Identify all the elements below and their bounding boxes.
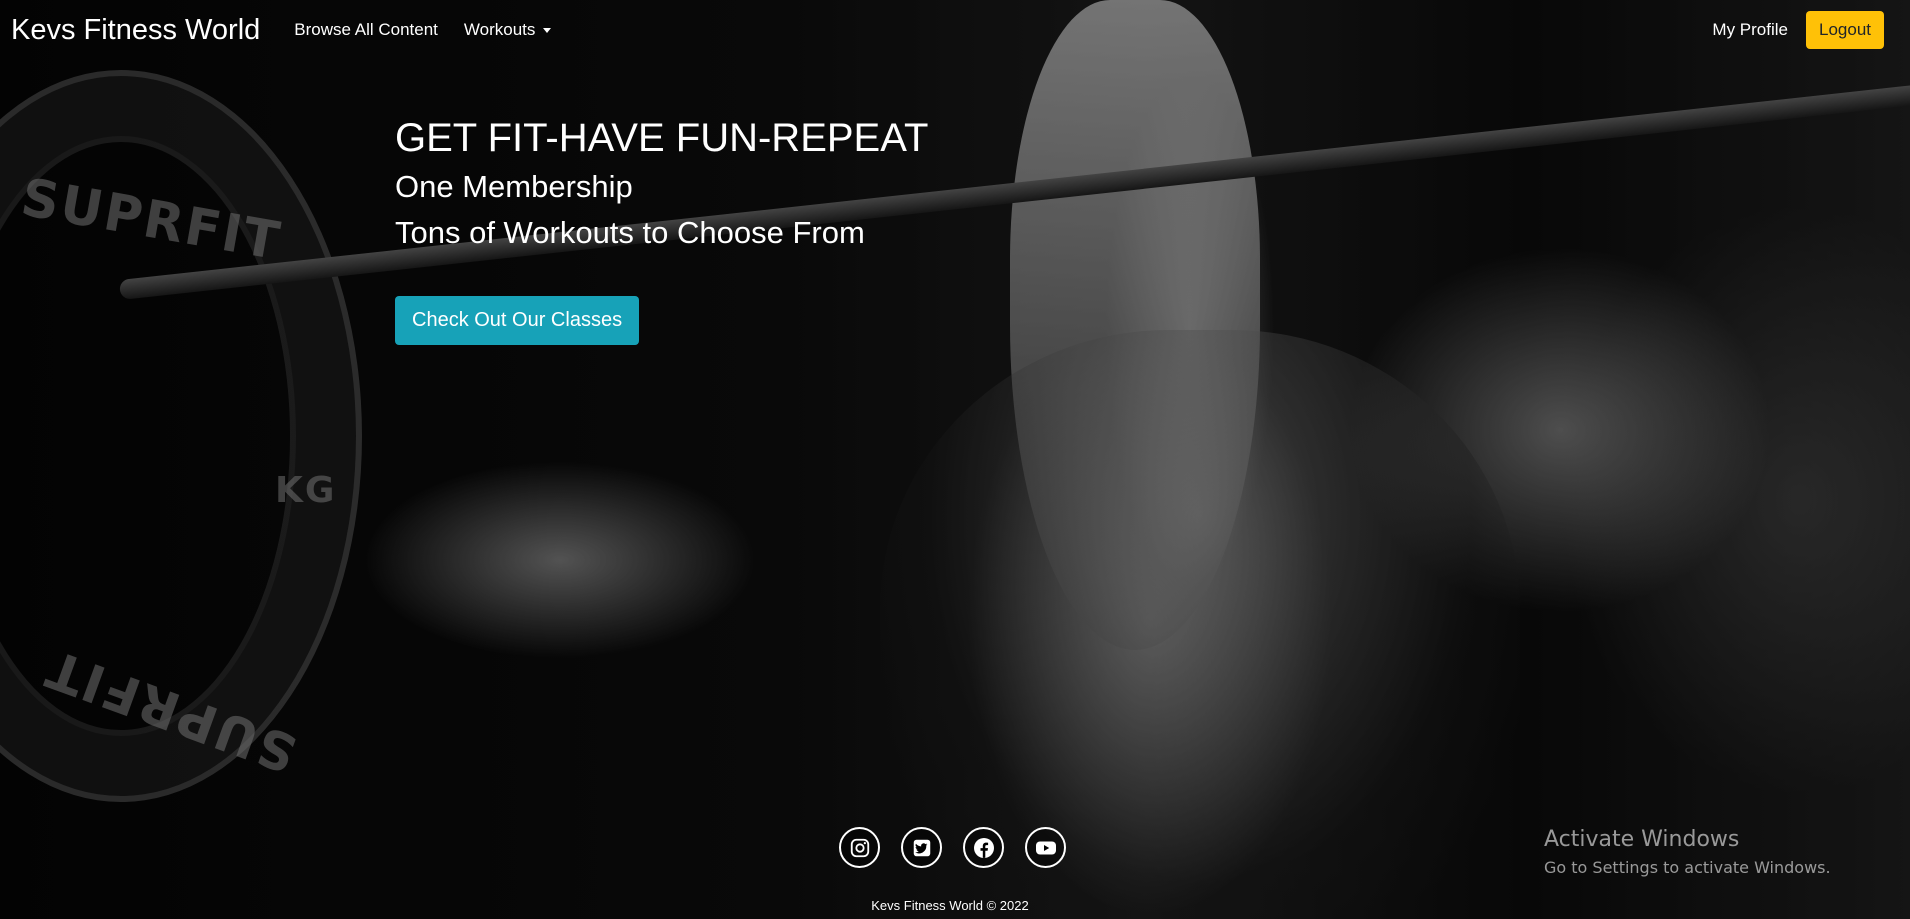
windows-activation-watermark: Activate Windows Go to Settings to activ… bbox=[1544, 827, 1831, 877]
watermark-subtitle: Go to Settings to activate Windows. bbox=[1544, 858, 1831, 877]
twitter-glyph bbox=[913, 839, 930, 856]
nav-workouts-label: Workouts bbox=[463, 20, 536, 39]
facebook-glyph bbox=[973, 837, 994, 858]
nav-workouts-dropdown[interactable]: Workouts bbox=[464, 20, 552, 40]
footer-copyright: Kevs Fitness World © 2022 bbox=[871, 898, 1029, 913]
hero-overlay bbox=[0, 0, 1910, 919]
brand-link[interactable]: Kevs Fitness World bbox=[11, 14, 260, 47]
nav-right-group: My Profile Logout bbox=[1712, 11, 1884, 49]
logout-button[interactable]: Logout bbox=[1806, 11, 1884, 49]
hero-title: GET FIT-HAVE FUN-REPEAT bbox=[395, 116, 929, 160]
instagram-icon[interactable] bbox=[839, 827, 880, 868]
instagram-glyph bbox=[850, 838, 869, 857]
hero-subtitle-workouts: Tons of Workouts to Choose From bbox=[395, 215, 865, 250]
hero-subtitle-membership: One Membership bbox=[395, 169, 633, 204]
nav-browse-all-content[interactable]: Browse All Content bbox=[294, 20, 438, 40]
youtube-glyph bbox=[1035, 841, 1056, 854]
facebook-icon[interactable] bbox=[963, 827, 1004, 868]
youtube-icon[interactable] bbox=[1025, 827, 1066, 868]
top-navbar: Kevs Fitness World Browse All Content Wo… bbox=[0, 0, 1910, 60]
twitter-icon[interactable] bbox=[901, 827, 942, 868]
check-out-classes-button[interactable]: Check Out Our Classes bbox=[395, 296, 640, 345]
watermark-title: Activate Windows bbox=[1544, 827, 1740, 852]
landing-page: SUPRFIT SUPRFIT KG Kevs Fitness World Br… bbox=[0, 0, 1910, 919]
hero-content: GET FIT-HAVE FUN-REPEAT One Membership T… bbox=[395, 112, 928, 345]
caret-down-icon bbox=[543, 28, 552, 33]
nav-my-profile[interactable]: My Profile bbox=[1712, 20, 1788, 40]
social-links bbox=[839, 827, 1066, 868]
